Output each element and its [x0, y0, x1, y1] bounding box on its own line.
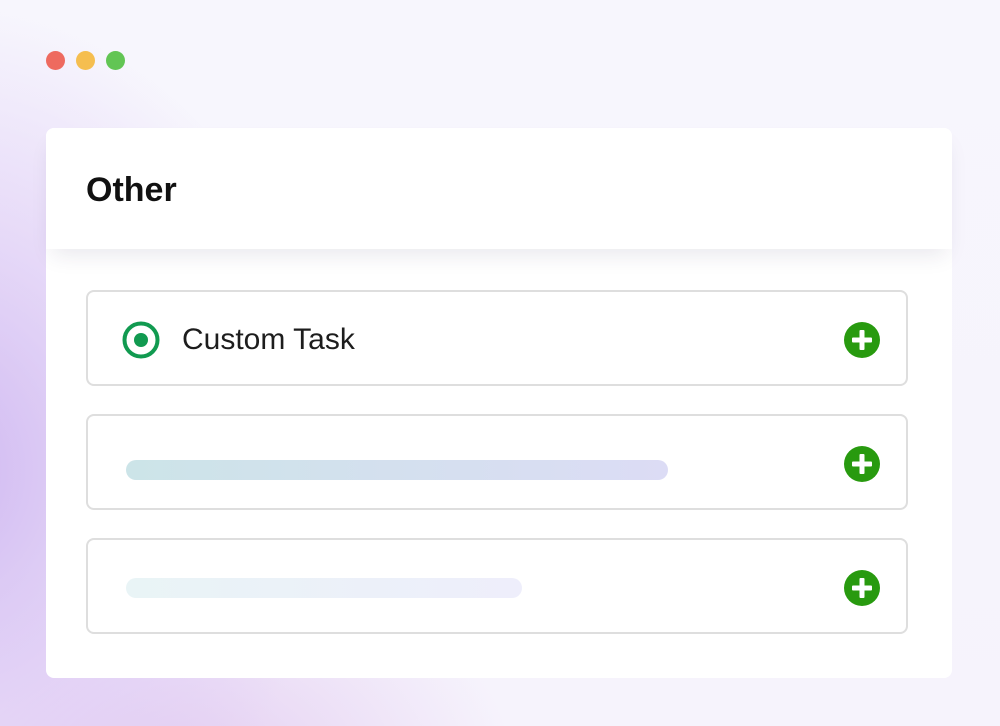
task-row-placeholder[interactable]	[86, 414, 908, 510]
placeholder-bar	[126, 578, 522, 598]
minimize-window-button[interactable]	[76, 51, 95, 70]
panel-title: Other	[86, 171, 177, 209]
maximize-window-button[interactable]	[106, 51, 125, 70]
task-row-placeholder[interactable]	[86, 538, 908, 634]
task-row-custom-task[interactable]: Custom Task	[86, 290, 908, 386]
radio-selected-icon[interactable]	[122, 321, 160, 359]
task-label: Custom Task	[182, 323, 355, 356]
close-window-button[interactable]	[46, 51, 65, 70]
placeholder-bar	[126, 460, 668, 480]
panel-header: Other	[46, 128, 952, 249]
plus-circle-icon[interactable]	[844, 322, 880, 358]
plus-circle-icon[interactable]	[844, 570, 880, 606]
plus-circle-icon[interactable]	[844, 446, 880, 482]
task-panel: Other Custom Task	[46, 128, 952, 678]
window-controls	[46, 51, 125, 70]
